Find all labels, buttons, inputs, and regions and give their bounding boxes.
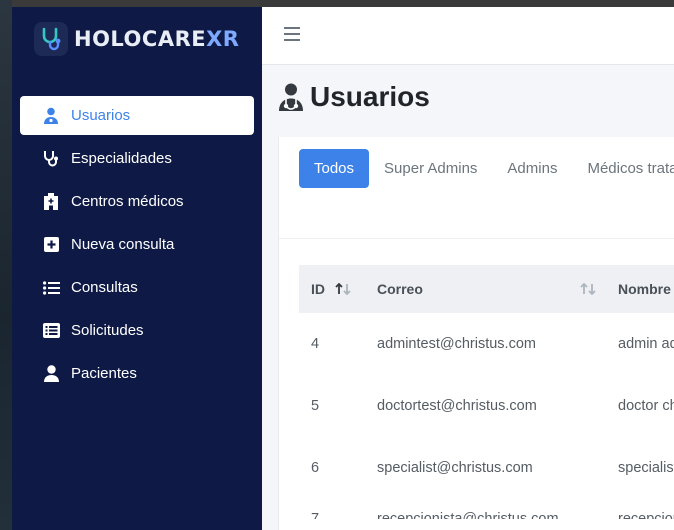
sidebar-item-usuarios[interactable]: Usuarios — [20, 96, 254, 135]
sidebar-item-label: Especialidades — [71, 150, 172, 167]
hamburger-icon[interactable] — [284, 27, 300, 41]
divider — [279, 238, 674, 239]
table-row[interactable]: 4 admintest@christus.com admin admin — [299, 313, 674, 375]
sidebar-item-label: Solicitudes — [71, 322, 144, 339]
sidebar-item-pacientes[interactable]: Pacientes — [20, 354, 254, 393]
page-title-text: Usuarios — [310, 81, 430, 112]
table-row[interactable]: 5 doctortest@christus.com doctor christu… — [299, 375, 674, 437]
sidebar-item-especialidades[interactable]: Especialidades — [20, 139, 254, 178]
column-header-id[interactable]: ID — [299, 281, 377, 297]
sidebar-item-label: Centros médicos — [71, 193, 184, 210]
tab-medicos-tratantes[interactable]: Médicos tratantes — [572, 149, 674, 188]
users-table: ID Correo Nombre 4 admintest@christus.co… — [299, 265, 674, 519]
cell-correo: admintest@christus.com — [377, 336, 536, 352]
cell-correo: specialist@christus.com — [377, 460, 533, 476]
sidebar-item-solicitudes[interactable]: Solicitudes — [20, 311, 254, 350]
sidebar-item-label: Pacientes — [71, 365, 137, 382]
users-card: Todos Super Admins Admins Médicos tratan… — [278, 137, 674, 530]
brand-name: HOLOCAREXR — [74, 27, 240, 51]
brand-logo-link[interactable]: HOLOCAREXR — [34, 21, 239, 57]
cell-correo: recepcionista@christus.com — [377, 511, 559, 519]
list-icon — [42, 279, 60, 297]
sidebar-item-nueva-consulta[interactable]: Nueva consulta — [20, 225, 254, 264]
cell-id: 4 — [311, 336, 320, 352]
plus-square-icon — [42, 236, 60, 254]
stethoscope-logo-icon — [34, 22, 68, 56]
sidebar-item-label: Nueva consulta — [71, 236, 175, 253]
cell-id: 5 — [311, 398, 320, 414]
cell-correo: doctortest@christus.com — [377, 398, 537, 414]
list-alt-icon — [42, 322, 60, 340]
cell-id: 6 — [311, 460, 320, 476]
cell-nombre: doctor christus — [618, 398, 674, 414]
column-header-correo[interactable]: Correo — [377, 281, 618, 297]
user-doctor-icon — [42, 107, 60, 125]
cell-nombre: recepcionista christus — [618, 511, 674, 519]
role-tabs: Todos Super Admins Admins Médicos tratan… — [299, 149, 674, 188]
user-icon — [42, 365, 60, 383]
page-title: Usuarios — [278, 81, 430, 113]
sidebar-nav: Usuarios Especialidades Centros médicos … — [20, 96, 254, 397]
sidebar-item-centros-medicos[interactable]: Centros médicos — [20, 182, 254, 221]
table-header: ID Correo Nombre — [299, 265, 674, 313]
sort-icon[interactable] — [580, 283, 598, 295]
sidebar-item-label: Usuarios — [71, 107, 131, 124]
table-row[interactable]: 6 specialist@christus.com specialist chr… — [299, 437, 674, 499]
window-top-bar — [12, 0, 674, 7]
table-row[interactable]: 7 recepcionista@christus.com recepcionis… — [299, 499, 674, 519]
cell-nombre: admin admin — [618, 336, 674, 352]
top-header — [262, 7, 674, 65]
main-content: Usuarios Todos Super Admins Admins Médic… — [262, 65, 674, 530]
desktop-background — [0, 0, 12, 530]
sidebar: HOLOCAREXR Usuarios Especialidades Centr… — [12, 7, 262, 530]
hospital-icon — [42, 193, 60, 211]
user-doctor-icon — [278, 83, 304, 111]
cell-nombre: specialist christus — [618, 460, 674, 476]
stethoscope-icon — [42, 150, 60, 168]
sort-ascending-icon[interactable] — [335, 283, 353, 295]
column-header-nombre[interactable]: Nombre — [618, 281, 674, 297]
sidebar-item-consultas[interactable]: Consultas — [20, 268, 254, 307]
sidebar-item-label: Consultas — [71, 279, 138, 296]
cell-id: 7 — [311, 511, 320, 519]
tab-todos[interactable]: Todos — [299, 149, 370, 188]
tab-super-admins[interactable]: Super Admins — [369, 149, 492, 188]
tab-admins[interactable]: Admins — [492, 149, 572, 188]
